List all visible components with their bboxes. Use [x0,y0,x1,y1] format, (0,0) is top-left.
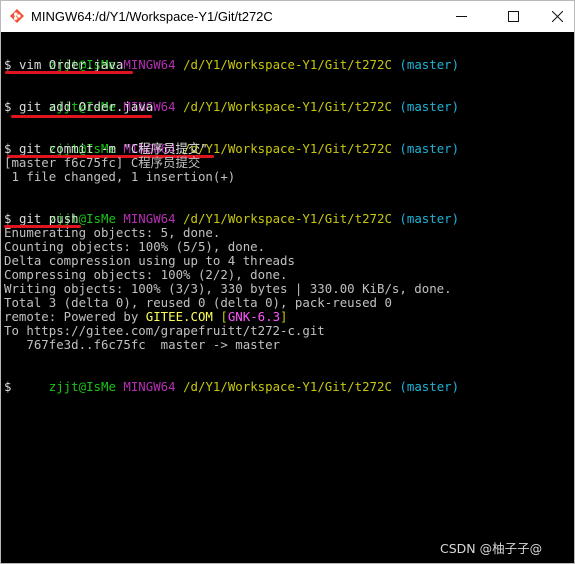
prompt-symbol: $ [4,141,12,156]
prompt-branch: (master) [399,57,460,72]
prompt-line: zjjt@IsMe MINGW64 /d/Y1/Workspace-Y1/Git… [4,86,459,114]
prompt-user: zjjt@IsMe [48,379,116,394]
prompt-line: zjjt@IsMe MINGW64 /d/Y1/Workspace-Y1/Git… [4,198,459,226]
red-underline-annotation [5,71,133,74]
output-line: Total 3 (delta 0), reused 0 (delta 0), p… [4,295,392,310]
window-title: MINGW64:/d/Y1/Workspace-Y1/Git/t272C [31,8,273,24]
prompt-path: /d/Y1/Workspace-Y1/Git/t272C [183,379,392,394]
minimize-icon [455,15,467,17]
red-underline-annotation [11,115,152,118]
output-line: Counting objects: 100% (5/5), done. [4,239,266,254]
gitee-label: GITEE.COM [145,309,213,324]
prompt-line: zjjt@IsMe MINGW64 /d/Y1/Workspace-Y1/Git… [4,366,459,394]
prompt-path: /d/Y1/Workspace-Y1/Git/t272C [183,211,392,226]
prompt-symbol: $ [4,99,12,114]
output-line: Writing objects: 100% (3/3), 330 bytes |… [4,281,452,296]
remote-prefix: remote: Powered by [4,309,146,324]
command-line: $ git add Order.java [4,100,153,114]
gnk-version: GNK-6.3 [227,309,281,324]
output-line: To https://gitee.com/grapefruitt/t272-c.… [4,323,325,338]
output-line: 767fe3d..f6c75fc master -> master [4,337,281,352]
command-add: git add Order.java [18,99,154,114]
command-line: $ vim Order.java [4,58,123,72]
prompt-system: MINGW64 [123,211,176,226]
bracket-open: [ [220,309,228,324]
close-button[interactable] [534,1,575,31]
command-commit: git commit -m "C程序员提交" [18,141,208,156]
prompt-branch: (master) [399,379,460,394]
prompt-path: /d/Y1/Workspace-Y1/Git/t272C [183,99,392,114]
prompt-system: MINGW64 [123,379,176,394]
prompt-path: /d/Y1/Workspace-Y1/Git/t272C [183,57,392,72]
remote-line: remote: Powered by GITEE.COM [GNK-6.3] [4,310,288,324]
command-line: $ git push [4,212,79,226]
command-line[interactable]: $ [4,380,11,394]
prompt-symbol: $ [4,57,12,72]
output-line: Enumerating objects: 5, done. [4,225,221,240]
scrollbar[interactable] [572,32,574,563]
terminal-window: MINGW64:/d/Y1/Workspace-Y1/Git/t272C zjj… [0,0,575,564]
prompt-symbol: $ [4,211,12,226]
prompt-line: zjjt@IsMe MINGW64 /d/Y1/Workspace-Y1/Git… [4,128,459,156]
bracket-close: ] [280,309,288,324]
minimize-button[interactable] [438,1,484,31]
close-icon [551,10,563,22]
output-line: Delta compression using up to 4 threads [4,253,295,268]
output-line: [master f6c75fc] C程序员提交 [4,155,201,170]
maximize-icon [507,10,519,22]
output-line: 1 file changed, 1 insertion(+) [4,169,236,184]
command-vim: vim Order.java [18,57,124,72]
prompt-branch: (master) [399,141,460,156]
command-push: git push [18,211,79,226]
git-bash-icon [9,8,25,24]
prompt-path: /d/Y1/Workspace-Y1/Git/t272C [183,141,392,156]
output-line: Compressing objects: 100% (2/2), done. [4,267,288,282]
prompt-branch: (master) [399,211,460,226]
command-line: $ git commit -m "C程序员提交" [4,142,208,156]
terminal-output[interactable]: zjjt@IsMe MINGW64 /d/Y1/Workspace-Y1/Git… [1,32,574,563]
prompt-branch: (master) [399,99,460,114]
prompt-symbol: $ [4,379,12,394]
watermark: CSDN @柚子子@ [440,541,543,556]
maximize-button[interactable] [490,1,536,31]
prompt-system: MINGW64 [123,57,176,72]
prompt-line: zjjt@IsMe MINGW64 /d/Y1/Workspace-Y1/Git… [4,44,459,72]
title-bar[interactable]: MINGW64:/d/Y1/Workspace-Y1/Git/t272C [1,1,574,31]
